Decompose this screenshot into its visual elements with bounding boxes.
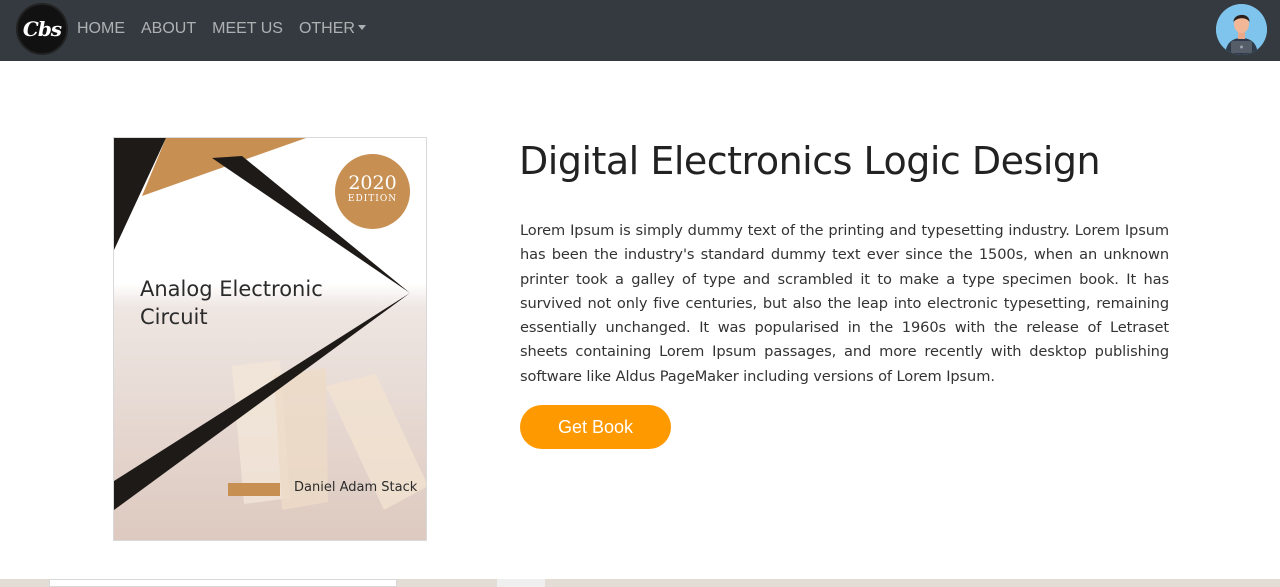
badge-label: EDITION xyxy=(347,194,398,204)
nav-about[interactable]: ABOUT xyxy=(141,18,196,40)
author-accent-bar xyxy=(228,483,280,496)
next-section-block xyxy=(497,579,545,587)
edition-badge: 2020 EDITION xyxy=(335,154,410,229)
badge-year: 2020 xyxy=(348,172,397,194)
logo-text: Cbs xyxy=(22,17,62,41)
nav-home[interactable]: HOME xyxy=(77,18,125,40)
book-description: Lorem Ipsum is simply dummy text of the … xyxy=(520,222,1169,385)
navbar: Cbs HOME ABOUT MEET US OTHER xyxy=(0,0,1280,61)
brand-logo[interactable]: Cbs xyxy=(16,3,68,55)
nav-links: HOME ABOUT MEET US OTHER xyxy=(77,18,382,40)
cover-author: Daniel Adam Stack xyxy=(294,480,418,495)
nav-meet-us[interactable]: MEET US xyxy=(212,18,283,40)
get-book-button[interactable]: Get Book xyxy=(520,405,671,449)
cover-title: Analog Electronic Circuit xyxy=(140,277,323,329)
next-section-card xyxy=(49,579,397,587)
user-avatar-icon[interactable] xyxy=(1216,4,1267,55)
book-cover-image: 2020 EDITION Analog Electronic Circuit D… xyxy=(113,137,427,541)
avatar-illustration xyxy=(1216,4,1267,55)
nav-other-label: OTHER xyxy=(298,20,355,37)
book-title: Digital Electronics Logic Design xyxy=(519,139,1101,183)
nav-other-dropdown[interactable]: OTHER xyxy=(299,18,366,40)
caret-down-icon xyxy=(357,25,366,30)
